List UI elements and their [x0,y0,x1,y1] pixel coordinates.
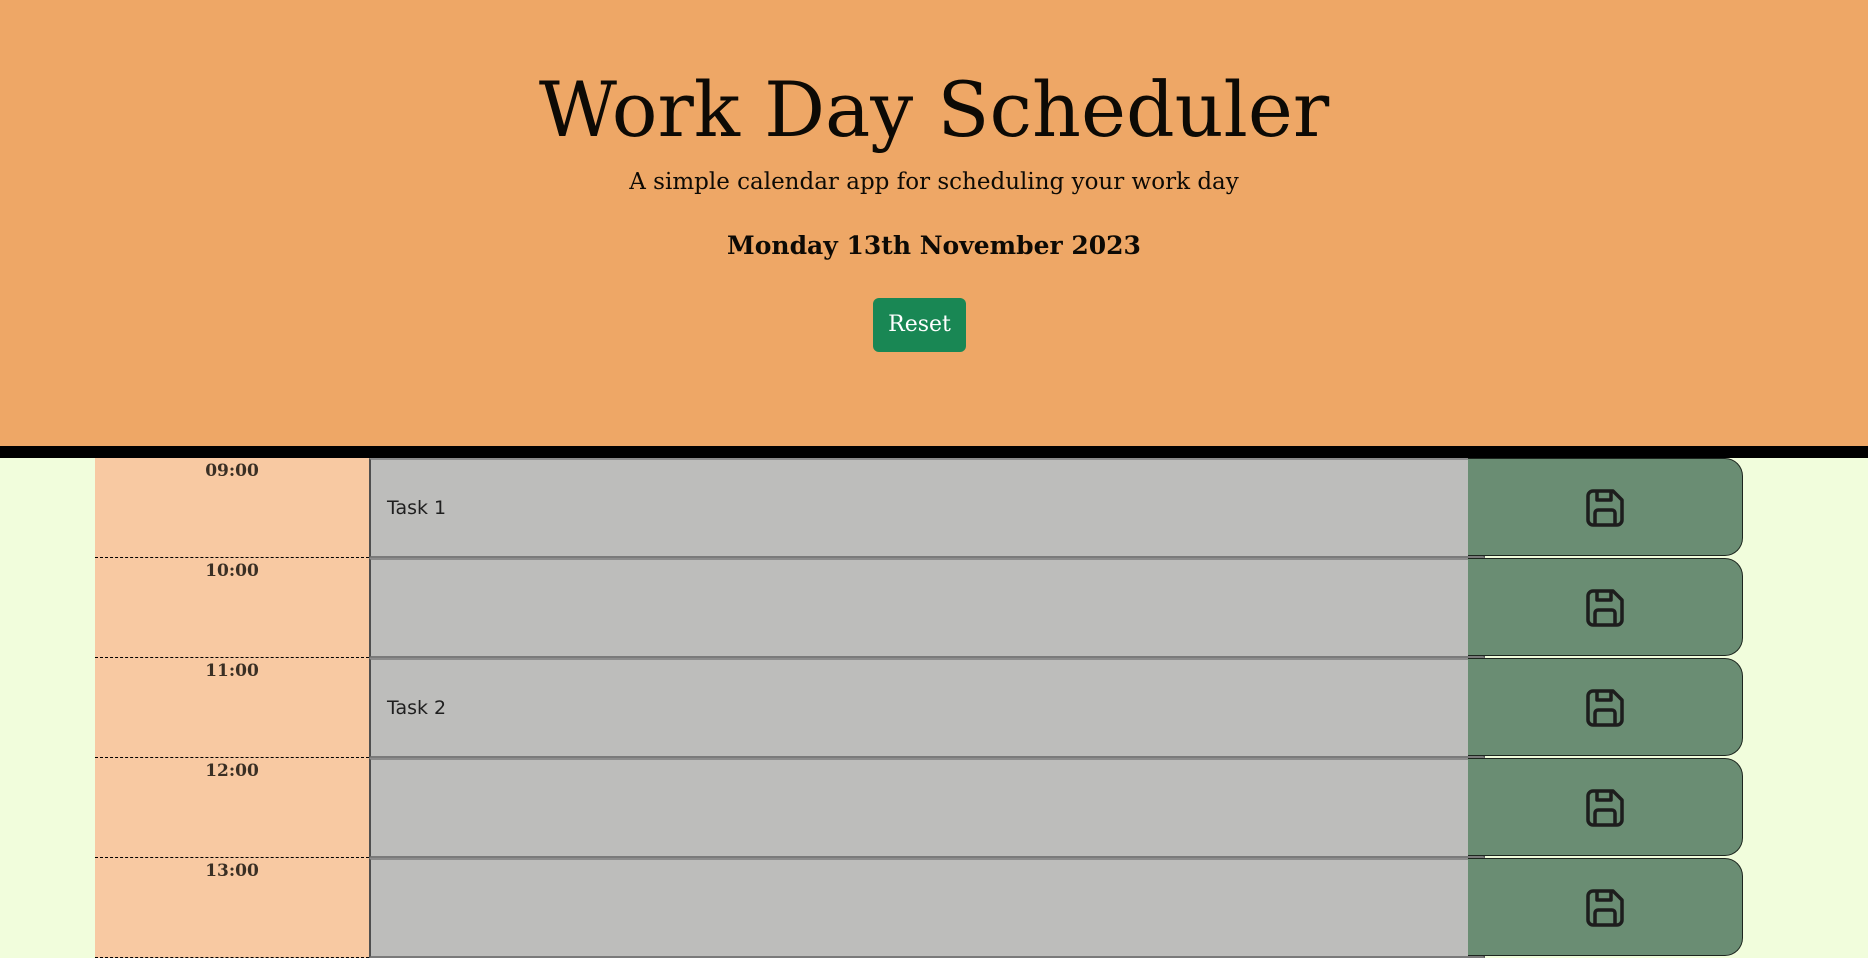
hour-label: 12:00 [205,761,259,781]
page-header: Work Day Scheduler A simple calendar app… [0,0,1868,458]
hour-label: 13:00 [205,861,259,881]
hour-label-cell: 10:00 [95,558,369,658]
floppy-disk-icon [1586,789,1624,827]
task-input[interactable] [369,758,1485,858]
hour-label-cell: 13:00 [95,858,369,958]
time-block-row: 13:00 [95,858,1745,958]
task-input[interactable]: Task 1 [369,458,1485,558]
hour-label: 09:00 [205,461,259,481]
reset-button[interactable]: Reset [873,298,966,352]
floppy-disk-icon [1586,589,1624,627]
hour-label-cell: 11:00 [95,658,369,758]
save-button[interactable] [1468,758,1743,856]
hour-label-cell: 09:00 [95,458,369,558]
time-block-row: 11:00 Task 2 [95,658,1745,758]
current-date: Monday 13th November 2023 [727,231,1141,260]
schedule-list: 09:00 Task 1 10:00 11:00 Task 2 12:00 13… [95,458,1745,958]
floppy-disk-icon [1586,489,1624,527]
task-input[interactable] [369,558,1485,658]
save-button[interactable] [1468,458,1743,556]
floppy-disk-icon [1586,889,1624,927]
time-block-row: 09:00 Task 1 [95,458,1745,558]
save-button[interactable] [1468,658,1743,756]
hour-label: 10:00 [205,561,259,581]
time-block-row: 10:00 [95,558,1745,658]
time-block-row: 12:00 [95,758,1745,858]
page-subtitle: A simple calendar app for scheduling you… [629,169,1239,195]
hour-label: 11:00 [205,661,259,681]
page-title: Work Day Scheduler [538,65,1330,154]
hour-label-cell: 12:00 [95,758,369,858]
task-input[interactable]: Task 2 [369,658,1485,758]
task-input[interactable] [369,858,1485,958]
save-button[interactable] [1468,858,1743,956]
save-button[interactable] [1468,558,1743,656]
floppy-disk-icon [1586,689,1624,727]
